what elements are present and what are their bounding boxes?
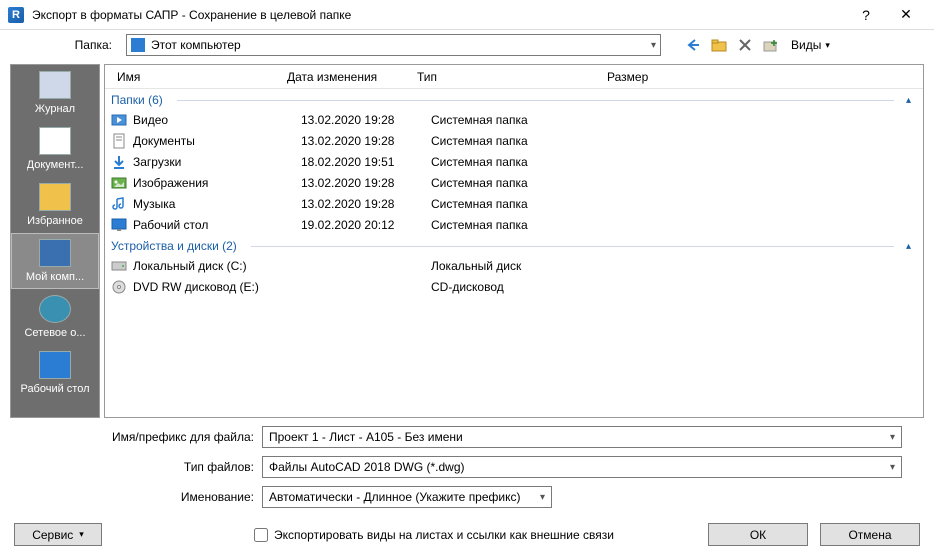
places-sidebar: Журнал Документ... Избранное Мой комп...… xyxy=(10,64,100,418)
col-date[interactable]: Дата изменения xyxy=(279,70,409,84)
item-type: Системная папка xyxy=(431,218,621,232)
naming-label: Именование: xyxy=(12,490,262,504)
item-type: Системная папка xyxy=(431,134,621,148)
filename-combobox[interactable]: Проект 1 - Лист - A105 - Без имени▾ xyxy=(262,426,902,448)
app-icon: R xyxy=(8,7,24,23)
export-links-checkbox-input[interactable] xyxy=(254,528,268,542)
sidebar-item-documents[interactable]: Документ... xyxy=(11,121,99,177)
item-type: Системная папка xyxy=(431,197,621,211)
group-devices[interactable]: Устройства и диски (2)▴ xyxy=(105,235,923,255)
folder-label: Папка: xyxy=(10,38,120,52)
chevron-down-icon: ▾ xyxy=(651,40,656,51)
service-button[interactable]: Сервис▾ xyxy=(14,523,102,546)
desktop-icon xyxy=(39,351,71,379)
filetype-combobox[interactable]: Файлы AutoCAD 2018 DWG (*.dwg)▾ xyxy=(262,456,902,478)
item-type: Системная папка xyxy=(431,176,621,190)
music-icon xyxy=(111,196,127,212)
close-button[interactable]: ✕ xyxy=(886,6,926,23)
sidebar-item-mycomputer[interactable]: Мой комп... xyxy=(11,233,99,289)
toolbar: Папка: Этот компьютер ▾ Виды ▾ xyxy=(0,30,934,60)
item-type: Системная папка xyxy=(431,113,621,127)
download-icon xyxy=(111,154,127,170)
chevron-down-icon: ▾ xyxy=(890,432,895,443)
item-name: Локальный диск (C:) xyxy=(133,259,301,273)
favorites-icon xyxy=(39,183,71,211)
col-name[interactable]: Имя xyxy=(109,70,279,84)
item-date: 19.02.2020 20:12 xyxy=(301,218,431,232)
window-title: Экспорт в форматы САПР - Сохранение в це… xyxy=(32,8,846,22)
list-item[interactable]: Видео13.02.2020 19:28Системная папка xyxy=(105,109,923,130)
views-label: Виды xyxy=(791,38,821,52)
item-name: DVD RW дисковод (E:) xyxy=(133,280,301,294)
folder-combobox[interactable]: Этот компьютер ▾ xyxy=(126,34,661,56)
export-links-checkbox[interactable]: Экспортировать виды на листах и ссылки к… xyxy=(254,528,614,542)
footer: Сервис▾ Экспортировать виды на листах и … xyxy=(0,523,934,546)
doc-icon xyxy=(111,133,127,149)
item-name: Документы xyxy=(133,134,301,148)
hdd-icon xyxy=(111,258,127,274)
list-item[interactable]: Документы13.02.2020 19:28Системная папка xyxy=(105,130,923,151)
back-button[interactable] xyxy=(683,35,703,55)
sidebar-item-journal[interactable]: Журнал xyxy=(11,65,99,121)
list-item[interactable]: DVD RW дисковод (E:) CD-дисковод xyxy=(105,276,923,297)
ok-button[interactable]: ОК xyxy=(708,523,808,546)
file-list: Имя Дата изменения Тип Размер Папки (6)▴… xyxy=(104,64,924,418)
computer-icon xyxy=(131,38,145,52)
list-item[interactable]: Локальный диск (C:) Локальный диск xyxy=(105,255,923,276)
col-type[interactable]: Тип xyxy=(409,70,599,84)
col-size[interactable]: Размер xyxy=(599,70,679,84)
titlebar: R Экспорт в форматы САПР - Сохранение в … xyxy=(0,0,934,30)
item-name: Видео xyxy=(133,113,301,127)
documents-icon xyxy=(39,127,71,155)
up-folder-button[interactable] xyxy=(709,35,729,55)
chevron-down-icon: ▾ xyxy=(825,40,830,51)
list-item[interactable]: Изображения13.02.2020 19:28Системная пап… xyxy=(105,172,923,193)
item-type: Системная папка xyxy=(431,155,621,169)
item-name: Музыка xyxy=(133,197,301,211)
delete-button[interactable] xyxy=(735,35,755,55)
computer-icon xyxy=(39,239,71,267)
image-icon xyxy=(111,175,127,191)
item-date: 13.02.2020 19:28 xyxy=(301,113,431,127)
list-item[interactable]: Загрузки18.02.2020 19:51Системная папка xyxy=(105,151,923,172)
chevron-down-icon: ▾ xyxy=(79,529,84,540)
item-type: Локальный диск xyxy=(431,259,621,273)
filetype-label: Тип файлов: xyxy=(12,460,262,474)
journal-icon xyxy=(39,71,71,99)
naming-combobox[interactable]: Автоматически - Длинное (Укажите префикс… xyxy=(262,486,552,508)
collapse-icon[interactable]: ▴ xyxy=(900,241,917,252)
item-name: Рабочий стол xyxy=(133,218,301,232)
network-icon xyxy=(39,295,71,323)
collapse-icon[interactable]: ▴ xyxy=(900,95,917,106)
new-folder-button[interactable] xyxy=(761,35,781,55)
item-date: 13.02.2020 19:28 xyxy=(301,176,431,190)
item-date: 18.02.2020 19:51 xyxy=(301,155,431,169)
chevron-down-icon: ▾ xyxy=(890,462,895,473)
list-item[interactable]: Рабочий стол19.02.2020 20:12Системная па… xyxy=(105,214,923,235)
dvd-icon xyxy=(111,279,127,295)
file-options: Имя/префикс для файла: Проект 1 - Лист -… xyxy=(0,418,934,520)
help-button[interactable]: ? xyxy=(846,7,886,23)
cancel-button[interactable]: Отмена xyxy=(820,523,920,546)
views-button[interactable]: Виды ▾ xyxy=(787,38,834,52)
desktop-icon xyxy=(111,217,127,233)
chevron-down-icon: ▾ xyxy=(540,492,545,503)
item-date: 13.02.2020 19:28 xyxy=(301,197,431,211)
folder-value: Этот компьютер xyxy=(151,38,241,52)
item-name: Изображения xyxy=(133,176,301,190)
item-name: Загрузки xyxy=(133,155,301,169)
sidebar-item-desktop[interactable]: Рабочий стол xyxy=(11,345,99,401)
sidebar-item-favorites[interactable]: Избранное xyxy=(11,177,99,233)
group-folders[interactable]: Папки (6)▴ xyxy=(105,89,923,109)
sidebar-item-network[interactable]: Сетевое о... xyxy=(11,289,99,345)
item-type: CD-дисковод xyxy=(431,280,621,294)
video-icon xyxy=(111,112,127,128)
column-headers: Имя Дата изменения Тип Размер xyxy=(105,65,923,89)
item-date: 13.02.2020 19:28 xyxy=(301,134,431,148)
list-item[interactable]: Музыка13.02.2020 19:28Системная папка xyxy=(105,193,923,214)
filename-label: Имя/префикс для файла: xyxy=(12,430,262,444)
